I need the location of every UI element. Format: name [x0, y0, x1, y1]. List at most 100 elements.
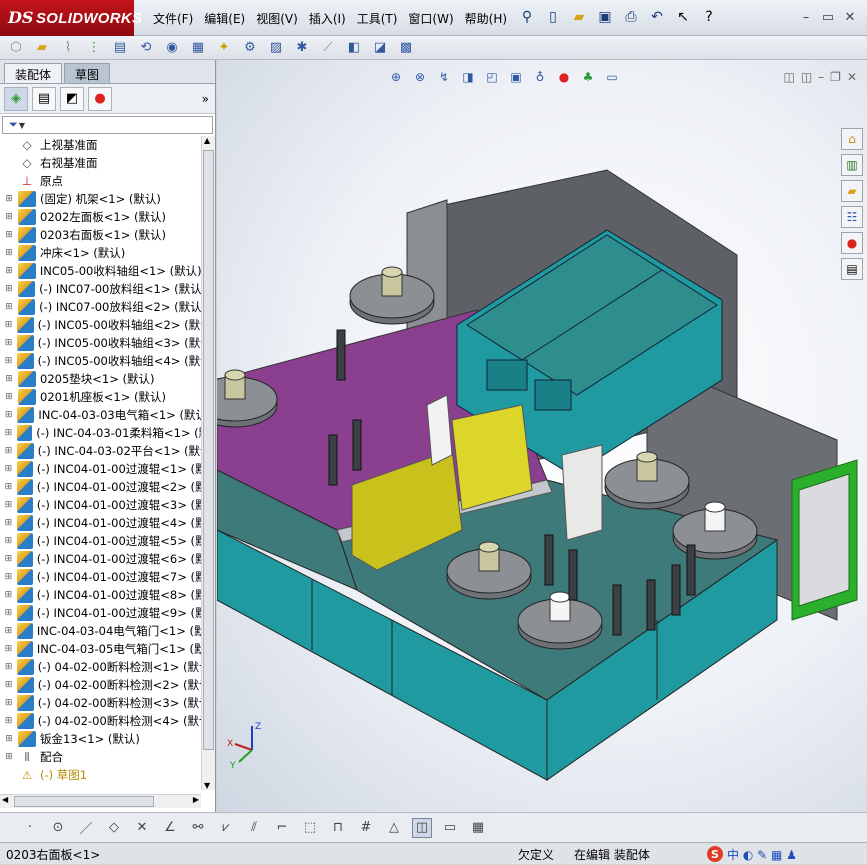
- tree-item[interactable]: ◇ 上视基准面: [0, 136, 201, 154]
- solidworks-logo[interactable]: DS SOLIDWORKS: [0, 0, 142, 36]
- tree-item[interactable]: ⊞ (-) INC05-00收料轴组<2> (默认): [0, 316, 201, 334]
- expand-icon[interactable]: ⊞: [4, 536, 13, 546]
- expand-icon[interactable]: ⊞: [4, 428, 13, 438]
- tree-item[interactable]: ⊞ 0203右面板<1> (默认): [0, 226, 201, 244]
- expand-icon[interactable]: ⊞: [4, 302, 14, 312]
- expand-icon[interactable]: ⊞: [4, 482, 13, 492]
- dimension-icon[interactable]: ⊓: [328, 818, 348, 838]
- tree-item[interactable]: ⊞ (-) INC05-00收料轴组<4> (默认): [0, 352, 201, 370]
- tree-item[interactable]: ⊞ (-) 04-02-00断料检测<2> (默认): [0, 676, 201, 694]
- bill-of-materials-icon[interactable]: ▨: [266, 38, 286, 58]
- expand-icon[interactable]: ⊞: [4, 374, 14, 384]
- expand-icon[interactable]: ⊞: [4, 464, 13, 474]
- minimize-icon[interactable]: –: [797, 8, 815, 26]
- graphics-viewport[interactable]: ⊕ ⊗ ↯ ◨ ◰ ▣ ♁ ● ♣ ▭ ◫ ◫ – ❐ ✕ ⌂ ▥ ▰ ☷ ● …: [217, 60, 867, 812]
- expand-icon[interactable]: ⊞: [4, 338, 13, 348]
- expand-icon[interactable]: ⊞: [4, 680, 13, 690]
- paperclip-icon[interactable]: ⌇: [58, 38, 78, 58]
- instant3d-icon[interactable]: ◪: [370, 38, 390, 58]
- interference-detection-icon[interactable]: ◧: [344, 38, 364, 58]
- expand-icon[interactable]: ⊞: [4, 734, 14, 744]
- tree-item[interactable]: ⊞ (-) INC07-00放料组<2> (默认): [0, 298, 201, 316]
- expand-icon[interactable]: ⊞: [4, 320, 13, 330]
- close-icon[interactable]: ✕: [841, 8, 859, 26]
- expand-icon[interactable]: ⊞: [4, 410, 13, 420]
- expand-icon[interactable]: ⊞: [4, 356, 13, 366]
- expand-icon[interactable]: ⊞: [4, 248, 14, 258]
- chain-icon[interactable]: ⚯: [188, 818, 208, 838]
- scroll-right-icon[interactable]: ▶: [193, 795, 199, 804]
- assembly-features-icon[interactable]: ▦: [188, 38, 208, 58]
- assembly-model[interactable]: [217, 60, 867, 812]
- line-icon[interactable]: ／: [76, 818, 96, 838]
- menu-view[interactable]: 视图(V): [253, 10, 306, 27]
- angle-icon[interactable]: ∠: [160, 818, 180, 838]
- display-manager-icon[interactable]: ●: [88, 86, 112, 111]
- expand-icon[interactable]: ⊞: [4, 518, 13, 528]
- tree-vertical-scroll-thumb[interactable]: [203, 150, 214, 750]
- menu-tools[interactable]: 工具(T): [354, 10, 406, 27]
- tree-item[interactable]: ⊞ (-) INC07-00放料组<1> (默认): [0, 280, 201, 298]
- tab-sketch[interactable]: 草图: [64, 63, 111, 83]
- tree-item[interactable]: ⊞ 0202左面板<1> (默认): [0, 208, 201, 226]
- explode-line-icon[interactable]: ⟋: [318, 38, 338, 58]
- corner-icon[interactable]: ⌐: [272, 818, 292, 838]
- feature-manager-icon[interactable]: ◈: [4, 86, 28, 111]
- expand-icon[interactable]: ⊞: [4, 230, 14, 240]
- tree-item[interactable]: ⊞ INC-04-03-03电气箱<1> (默认): [0, 406, 201, 424]
- tree-item[interactable]: ⊞ (-) INC04-01-00过渡辊<9> (默认): [0, 604, 201, 622]
- insert-component-icon[interactable]: ⬡: [6, 38, 26, 58]
- tree-item[interactable]: ⊞ INC-04-03-04电气箱门<1> (默认): [0, 622, 201, 640]
- home-icon[interactable]: ⌂: [841, 128, 863, 150]
- tree-item[interactable]: ⊞ (-) INC04-01-00过渡辊<1> (默认): [0, 460, 201, 478]
- hide-show-icon[interactable]: ◉: [162, 38, 182, 58]
- assembly-xpert-icon[interactable]: ▩: [396, 38, 416, 58]
- exploded-view-icon[interactable]: ✱: [292, 38, 312, 58]
- pin-icon[interactable]: ⚲: [516, 6, 538, 28]
- expand-icon[interactable]: ⊞: [4, 626, 13, 636]
- expand-icon[interactable]: ⊞: [4, 662, 13, 672]
- sogou-logo-icon[interactable]: S: [707, 846, 723, 862]
- reference-geometry-icon[interactable]: ✦: [214, 38, 234, 58]
- offset-icon[interactable]: ⫽: [244, 818, 264, 838]
- expand-icon[interactable]: ⊞: [4, 716, 13, 726]
- tree-item[interactable]: ⊥ 原点: [0, 172, 201, 190]
- new-document-icon[interactable]: ▯: [542, 6, 564, 28]
- expand-icon[interactable]: ⊞: [4, 698, 13, 708]
- open-folder-icon[interactable]: ▰: [568, 6, 590, 28]
- appearances-icon[interactable]: ●: [841, 232, 863, 254]
- custom-properties-icon[interactable]: ▤: [841, 258, 863, 280]
- menu-edit[interactable]: 编辑(E): [201, 10, 253, 27]
- window-single-icon[interactable]: ▭: [440, 818, 460, 838]
- move-component-icon[interactable]: ⟲: [136, 38, 156, 58]
- menu-file[interactable]: 文件(F): [150, 10, 201, 27]
- configuration-manager-icon[interactable]: ◩: [60, 86, 84, 111]
- new-motion-study-icon[interactable]: ⚙: [240, 38, 260, 58]
- select-pointer-icon[interactable]: ↖: [672, 6, 694, 28]
- property-manager-icon[interactable]: ▤: [32, 86, 56, 111]
- tree-item[interactable]: ⊞ (-) INC04-01-00过渡辊<4> (默认): [0, 514, 201, 532]
- polygon-icon[interactable]: ◇: [104, 818, 124, 838]
- undo-icon[interactable]: ↶: [646, 6, 668, 28]
- save-icon[interactable]: ▣: [594, 6, 616, 28]
- tree-item[interactable]: ⊞ 0201机座板<1> (默认): [0, 388, 201, 406]
- help-icon[interactable]: ?: [698, 6, 720, 28]
- circle-icon[interactable]: ⊙: [48, 818, 68, 838]
- tree-vertical-scrollbar[interactable]: ▲ ▼: [201, 136, 215, 790]
- scroll-up-icon[interactable]: ▲: [204, 136, 210, 145]
- triangle-icon[interactable]: △: [384, 818, 404, 838]
- tree-item[interactable]: ⊞ (-) INC05-00收料轴组<3> (默认): [0, 334, 201, 352]
- tree-item[interactable]: ⊞ 钣金13<1> (默认): [0, 730, 201, 748]
- tree-item[interactable]: ⊞ (-) 04-02-00断料检测<3> (默认): [0, 694, 201, 712]
- tree-item[interactable]: ⊞ (-) 04-02-00断料检测<4> (默认): [0, 712, 201, 730]
- tree-item[interactable]: ⊞ INC-04-03-05电气箱门<1> (默认): [0, 640, 201, 658]
- rectangle-dashed-icon[interactable]: ⬚: [300, 818, 320, 838]
- design-library-icon[interactable]: ▥: [841, 154, 863, 176]
- expand-icon[interactable]: ⊞: [4, 194, 14, 204]
- tree-item[interactable]: ⊞ (-) INC04-01-00过渡辊<6> (默认): [0, 550, 201, 568]
- ime-toolbar[interactable]: S 中 ◐ ✎ ▦ ♟: [703, 843, 867, 865]
- tree-item[interactable]: ⊞ (-) INC04-01-00过渡辊<7> (默认): [0, 568, 201, 586]
- point-icon[interactable]: ·: [20, 818, 40, 838]
- 3d-box-icon[interactable]: ◫: [412, 817, 432, 838]
- grid-icon[interactable]: #: [356, 818, 376, 838]
